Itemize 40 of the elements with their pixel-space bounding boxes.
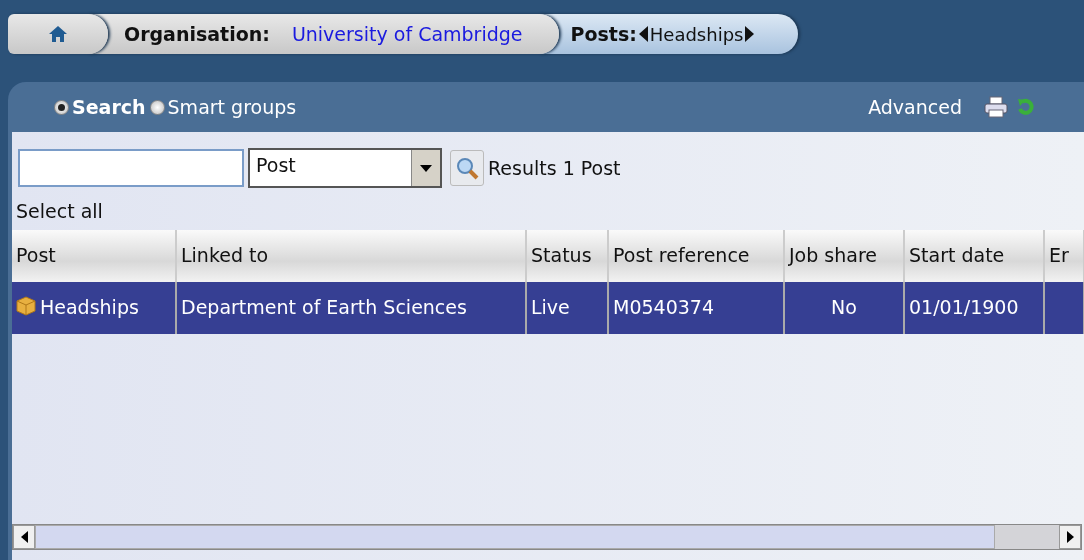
column-header[interactable]: Post bbox=[12, 230, 177, 282]
previous-arrow-icon[interactable] bbox=[638, 26, 648, 42]
column-header[interactable]: Start date bbox=[905, 230, 1045, 282]
advanced-link[interactable]: Advanced bbox=[868, 96, 962, 118]
table-cell: Department of Earth Sciences bbox=[181, 296, 467, 318]
column-header[interactable]: Linked to bbox=[177, 230, 527, 282]
printer-icon[interactable] bbox=[984, 96, 1008, 118]
package-icon bbox=[16, 296, 36, 316]
table-cell: Headships bbox=[40, 296, 139, 318]
scroll-left-icon[interactable] bbox=[20, 531, 28, 543]
radio-label[interactable]: Search bbox=[72, 96, 146, 118]
column-header[interactable]: Er bbox=[1045, 230, 1084, 282]
type-dropdown[interactable]: Post bbox=[248, 148, 442, 188]
table-cell: Live bbox=[531, 296, 570, 318]
search-field[interactable] bbox=[18, 149, 244, 187]
organisation-label: Organisation: bbox=[124, 23, 270, 45]
select-all-link[interactable]: Select all bbox=[16, 200, 103, 222]
scrollbar-thumb[interactable] bbox=[35, 525, 995, 549]
table-cell: M0540374 bbox=[613, 296, 714, 318]
caret-icon bbox=[420, 164, 432, 172]
column-header[interactable]: Post reference bbox=[609, 230, 785, 282]
next-arrow-icon[interactable] bbox=[745, 26, 755, 42]
horizontal-scrollbar[interactable] bbox=[12, 524, 1082, 550]
radio-label[interactable]: Smart groups bbox=[167, 96, 297, 118]
scroll-right-icon[interactable] bbox=[1066, 531, 1074, 543]
table-cell: 01/01/1900 bbox=[909, 296, 1019, 318]
organisation-link[interactable]: University of Cambridge bbox=[291, 23, 523, 45]
radio-button[interactable] bbox=[149, 99, 165, 115]
search-button[interactable] bbox=[450, 150, 484, 186]
table-cell: No bbox=[831, 296, 857, 318]
results-count: Results 1 Post bbox=[488, 157, 621, 179]
posts-value: Headships bbox=[649, 23, 744, 45]
posts-label: Posts: bbox=[570, 23, 637, 45]
search-icon bbox=[455, 156, 479, 180]
radio-button[interactable] bbox=[54, 99, 69, 115]
home-button[interactable] bbox=[8, 14, 108, 54]
column-header[interactable]: Status bbox=[527, 230, 609, 282]
column-header[interactable]: Job share bbox=[785, 230, 905, 282]
table-row[interactable]: Headships Department of Earth Sciences Live M0540374 No 01/01/1900 bbox=[12, 282, 1084, 334]
home-icon bbox=[48, 25, 68, 43]
